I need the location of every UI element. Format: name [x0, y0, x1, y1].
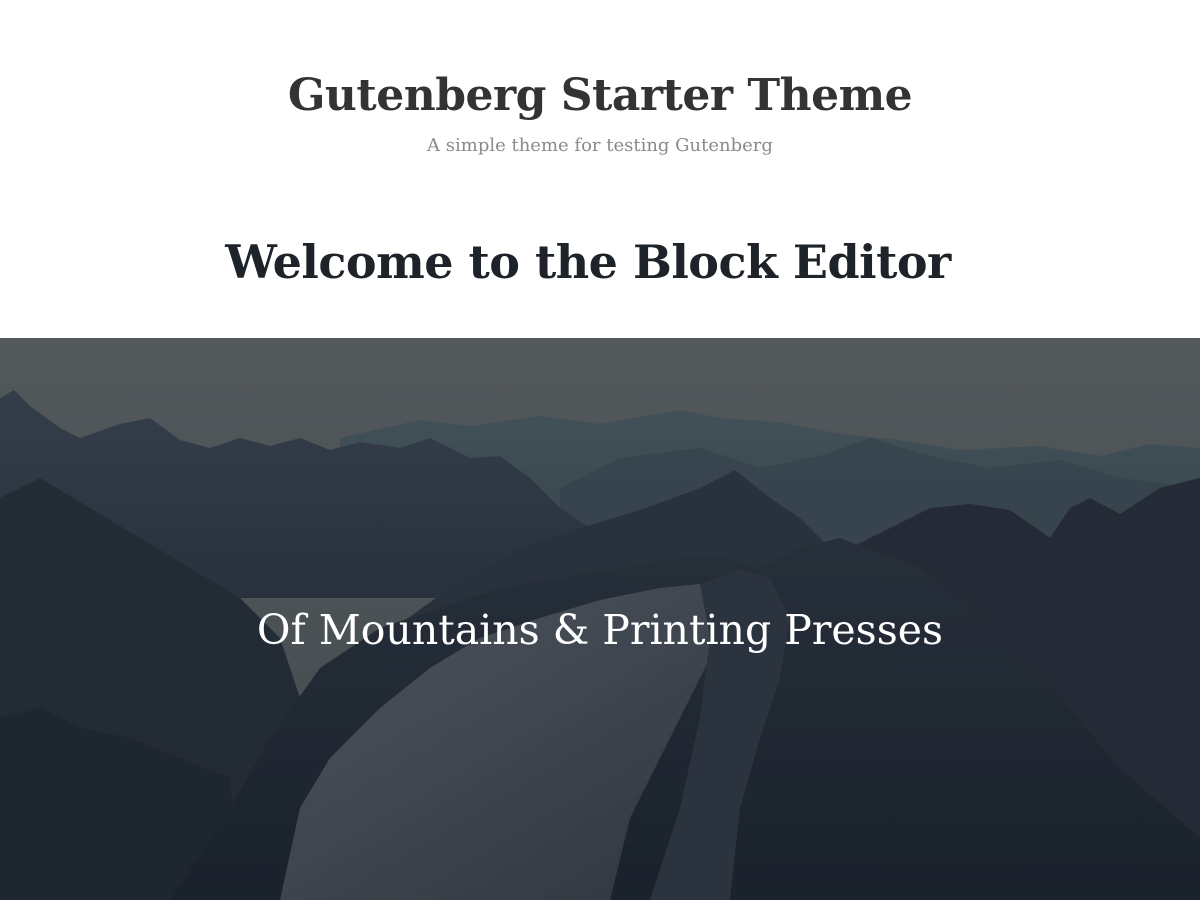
site-title-link[interactable]: Gutenberg Starter Theme: [0, 68, 1200, 124]
page-title: Welcome to the Block Editor: [225, 235, 951, 289]
site-header: Gutenberg Starter Theme A simple theme f…: [0, 0, 1200, 200]
cover-caption: Of Mountains & Printing Presses: [256, 606, 944, 654]
cover-block: Of Mountains & Printing Presses: [0, 338, 1200, 900]
site-tagline: A simple theme for testing Gutenberg: [427, 135, 773, 156]
